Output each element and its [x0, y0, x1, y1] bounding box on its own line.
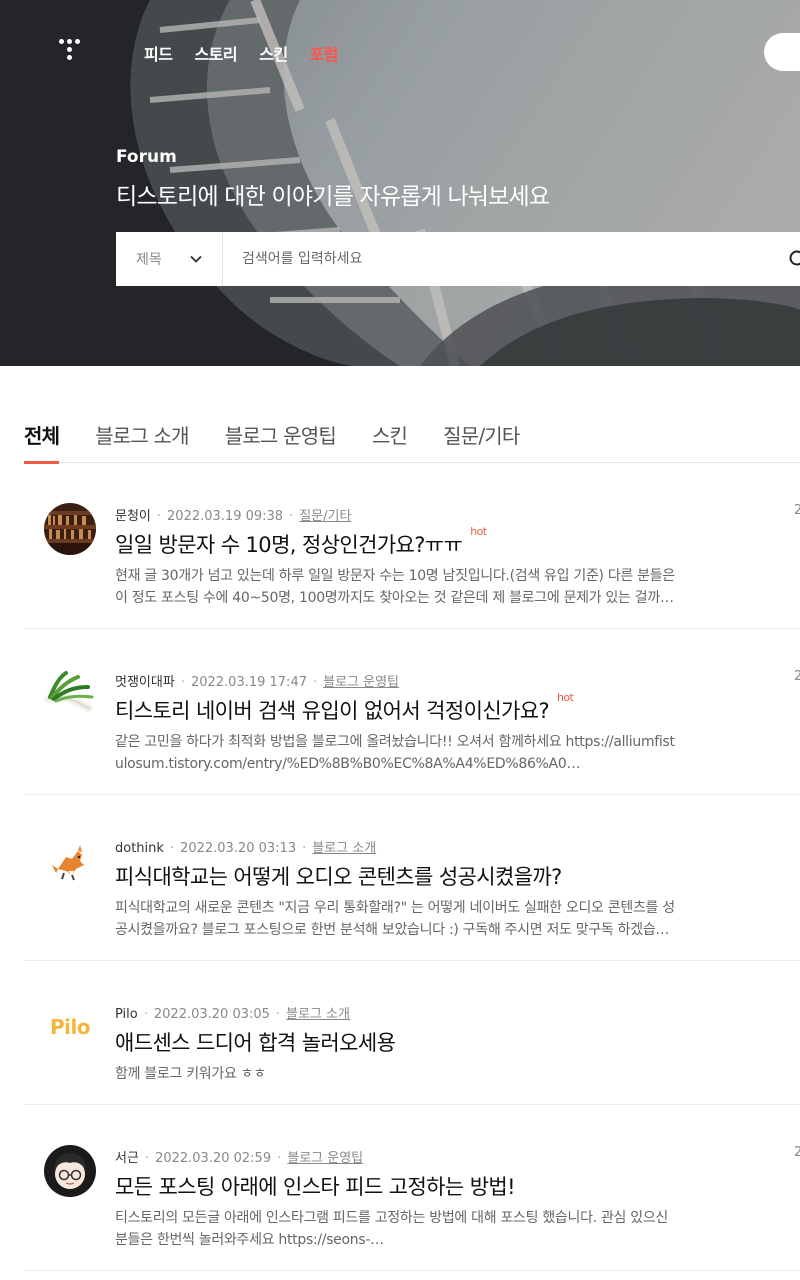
meta-separator: · [277, 1151, 282, 1166]
post-date: 2022.03.19 09:38 [167, 509, 284, 524]
post-title[interactable]: 티스토리 네이버 검색 유입이 없어서 걱정이신가요? hot [115, 691, 574, 725]
tab-all[interactable]: 전체 [24, 420, 60, 464]
post-side-value: 2 [794, 1145, 800, 1160]
bookshelf-avatar-image [44, 503, 96, 555]
chevron-down-icon [190, 255, 202, 263]
post-title[interactable]: 모든 포스팅 아래에 인스타 피드 고정하는 방법! [115, 1171, 516, 1201]
meta-separator: · [289, 509, 294, 524]
tab-blog-intro[interactable]: 블로그 소개 [95, 420, 189, 463]
post-category[interactable]: 블로그 소개 [312, 841, 376, 856]
meta-separator: · [169, 841, 175, 856]
post-side-value: 2 [794, 503, 800, 518]
tab-blog-tips[interactable]: 블로그 운영팁 [225, 420, 337, 463]
post-summary[interactable]: 함께 블로그 키워가요 ㅎㅎ [115, 1063, 677, 1085]
post-author[interactable]: Pilo [115, 1007, 138, 1022]
hero-banner: 피드 스토리 스킨 포럼 Forum 티스토리에 대한 이야기를 자유롭게 나눠… [0, 0, 800, 366]
post-summary[interactable]: 티스토리의 모든글 아래에 인스타그램 피드를 고정하는 방법에 대해 포스팅 … [115, 1207, 677, 1251]
meta-separator: · [302, 841, 307, 856]
post-item[interactable]: dothink · 2022.03.20 03:13 · 블로그 소개 피식대학교는 어… [24, 795, 800, 961]
post-author[interactable]: 서근 [115, 1151, 139, 1166]
post-category[interactable]: 질문/기타 [299, 509, 351, 524]
tistory-logo-icon[interactable] [59, 39, 85, 65]
nav-item-story[interactable]: 스토리 [194, 41, 237, 65]
post-title-text: 모든 포스팅 아래에 인스타 피드 고정하는 방법! [115, 1175, 516, 1199]
post-date: 2022.03.20 03:05 [153, 1007, 270, 1022]
post-summary[interactable]: 피식대학교의 새로운 콘텐츠 "지금 우리 통화할래?" 는 어떻게 네이버도 … [115, 897, 677, 941]
hero-label: Forum [116, 147, 177, 167]
post-item[interactable]: 멋쟁이대파 · 2022.03.19 17:47 · 블로그 운영팁 티스토리 네이버 … [24, 629, 800, 795]
nav-item-forum[interactable]: 포럼 [310, 41, 339, 65]
avatar[interactable] [44, 1145, 96, 1197]
login-button[interactable] [764, 33, 800, 71]
search-scope-label: 제목 [136, 252, 162, 268]
post-title-text: 피식대학교는 어떻게 오디오 콘텐츠를 성공시켰을까? [115, 865, 562, 889]
character-avatar-image [44, 1145, 96, 1197]
avatar[interactable] [44, 503, 96, 555]
meta-separator: · [143, 1007, 148, 1022]
post-author[interactable]: 문청이 [115, 509, 151, 524]
main-nav: 피드 스토리 스킨 포럼 [144, 41, 339, 65]
post-item[interactable]: 서근 · 2022.03.20 02:59 · 블로그 운영팁 모든 포스팅 아래에 인… [24, 1105, 800, 1271]
search-scope-select[interactable]: 제목 [116, 232, 223, 286]
post-item[interactable]: 문청이 · 2022.03.19 09:38 · 질문/기타 일일 방문자 수 10명,… [24, 463, 800, 629]
post-author[interactable]: dothink [115, 841, 164, 856]
hot-badge: hot [557, 691, 574, 704]
post-date: 2022.03.20 03:13 [180, 841, 297, 856]
post-author[interactable]: 멋쟁이대파 [115, 675, 175, 690]
hot-badge: hot [470, 525, 487, 538]
post-date: 2022.03.19 17:47 [190, 675, 307, 690]
post-title-text: 애드센스 드디어 합격 놀러오세용 [115, 1031, 396, 1055]
meta-separator: · [156, 509, 162, 524]
post-list: 문청이 · 2022.03.19 09:38 · 질문/기타 일일 방문자 수 10명,… [24, 463, 800, 1271]
avatar[interactable] [44, 835, 96, 887]
post-title[interactable]: 애드센스 드디어 합격 놀러오세용 [115, 1027, 396, 1057]
post-summary[interactable]: 같은 고민을 하다가 최적화 방법을 블로그에 올려놨습니다!! 오셔서 함께하… [115, 731, 677, 775]
avatar[interactable]: Pilo [44, 1001, 96, 1053]
meta-separator: · [275, 1007, 281, 1022]
post-meta: dothink · 2022.03.20 03:13 · 블로그 소개 [115, 837, 376, 856]
meta-separator: · [144, 1151, 150, 1166]
nav-item-skin[interactable]: 스킨 [259, 41, 288, 65]
post-title-text: 티스토리 네이버 검색 유입이 없어서 걱정이신가요? [115, 699, 550, 723]
post-title[interactable]: 피식대학교는 어떻게 오디오 콘텐츠를 성공시켰을까? [115, 861, 562, 891]
tab-question-etc[interactable]: 질문/기타 [443, 420, 520, 463]
search-input[interactable] [223, 232, 783, 286]
pilo-logo-avatar: Pilo [49, 1015, 91, 1039]
post-date: 2022.03.20 02:59 [155, 1151, 272, 1166]
avatar[interactable] [44, 669, 96, 721]
post-meta: 문청이 · 2022.03.19 09:38 · 질문/기타 [115, 505, 351, 524]
category-tabs: 전체 블로그 소개 블로그 운영팁 스킨 질문/기타 [24, 420, 800, 464]
post-meta: 멋쟁이대파 · 2022.03.19 17:47 · 블로그 운영팁 [115, 671, 399, 690]
hero-title: 티스토리에 대한 이야기를 자유롭게 나눠보세요 [116, 184, 550, 210]
post-title[interactable]: 일일 방문자 수 10명, 정상인건가요?ㅠㅠ hot [115, 525, 487, 559]
search-icon[interactable] [788, 249, 800, 269]
meta-separator: · [180, 675, 185, 690]
post-item[interactable]: Pilo Pilo · 2022.03.20 03:05 · 블로그 소개 애드센스 드… [24, 961, 800, 1105]
post-category[interactable]: 블로그 운영팁 [323, 675, 399, 690]
post-meta: Pilo · 2022.03.20 03:05 · 블로그 소개 [115, 1003, 350, 1022]
search-bar: 제목 [116, 232, 800, 286]
meta-separator: · [312, 675, 318, 690]
post-summary[interactable]: 현재 글 30개가 넘고 있는데 하루 일일 방문자 수는 10명 남짓입니다.… [115, 565, 677, 609]
post-category[interactable]: 블로그 운영팁 [287, 1151, 363, 1166]
nav-item-feed[interactable]: 피드 [144, 41, 173, 65]
post-title-text: 일일 방문자 수 10명, 정상인건가요?ㅠㅠ [115, 533, 463, 557]
post-side-value: 2 [794, 669, 800, 684]
post-category[interactable]: 블로그 소개 [286, 1007, 350, 1022]
post-meta: 서근 · 2022.03.20 02:59 · 블로그 운영팁 [115, 1147, 363, 1166]
green-onion-avatar-image [44, 669, 96, 721]
tab-skin[interactable]: 스킨 [372, 420, 408, 463]
fox-avatar-image [44, 835, 96, 887]
